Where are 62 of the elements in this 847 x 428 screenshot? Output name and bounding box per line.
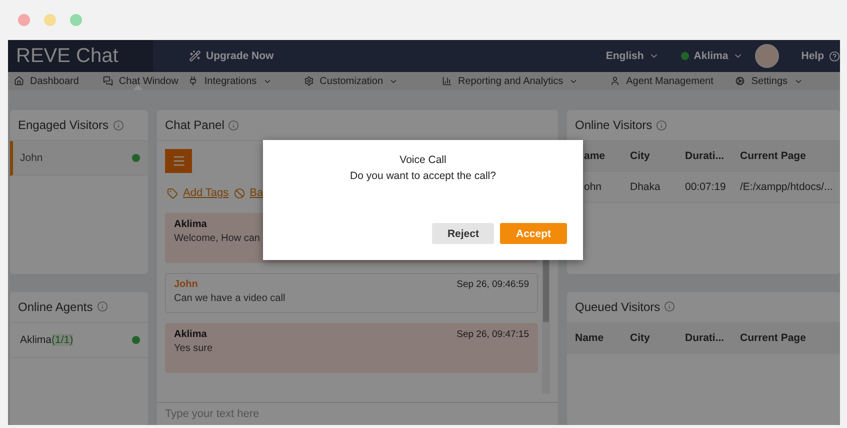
message-text: Welcome, How can (174, 233, 260, 244)
upgrade-now-link[interactable]: Upgrade Now (189, 50, 274, 62)
nav-icon (442, 76, 452, 86)
avatar[interactable] (755, 44, 780, 68)
info-icon (112, 120, 124, 130)
maximize-dot-icon[interactable] (70, 14, 82, 26)
column-header: Durati... (685, 150, 726, 162)
magic-wand-icon (189, 50, 201, 62)
column-header: Current Page (740, 150, 807, 162)
message-time: Sep 26, 09:46:59 (456, 279, 529, 290)
nav-tab[interactable]: Reporting and Analytics (442, 72, 610, 90)
dialog-title: Voice Call (400, 154, 446, 166)
info-icon (96, 301, 108, 312)
column-header: Durati... (685, 332, 726, 344)
column-header: City (630, 150, 651, 162)
table-cell-text: Dhaka (630, 181, 662, 193)
nav-tab[interactable]: Chat Window (102, 72, 188, 90)
visitor-item[interactable]: John (10, 141, 148, 176)
nav-tab[interactable]: Customization (304, 72, 442, 90)
agent-item[interactable]: Aklima(1/1) (10, 322, 148, 358)
tag-icon (167, 188, 178, 198)
column-header: Name (575, 332, 605, 344)
nav-tab[interactable]: Agent Management (610, 72, 736, 90)
column-header: Current Page (740, 332, 807, 344)
close-dot-icon[interactable] (18, 14, 30, 26)
info-icon (228, 120, 240, 130)
table-cell-text: 00:07:19 (685, 181, 727, 193)
table-cell-text: /E:/xampp/htdocs/... (740, 181, 834, 193)
nav-icon (304, 76, 314, 86)
reject-button[interactable]: Reject (432, 223, 494, 244)
menu-button[interactable] (165, 149, 192, 173)
info-icon (664, 301, 676, 312)
nav-icon (102, 76, 113, 86)
logo: REVE Chat (8, 40, 153, 72)
info-icon (656, 120, 668, 130)
dialog-message: Do you want to accept the call? (350, 170, 496, 182)
sender-name: Aklima (174, 329, 207, 340)
nav-tab[interactable]: Integrations (188, 72, 304, 90)
nav-icon (610, 76, 620, 86)
message-text: Can we have a video call (174, 293, 286, 304)
menu-icon (172, 154, 186, 168)
nav-icon (14, 76, 24, 86)
message-time: Sep 26, 09:47:15 (456, 329, 529, 340)
table-cell-text: ohn (584, 181, 603, 193)
nav-icon (188, 76, 198, 86)
agent-dropdown[interactable]: Aklima (680, 50, 744, 62)
column-header: ame (584, 150, 606, 162)
accept-button[interactable]: Accept (500, 223, 567, 244)
nav-icon (735, 76, 746, 86)
help-link[interactable]: Help (801, 50, 840, 62)
nav-tab[interactable]: Dashboard (14, 72, 103, 90)
language-dropdown[interactable]: English (606, 50, 659, 62)
ban-icon (234, 188, 245, 198)
message-text: Yes sure (174, 343, 213, 354)
column-header: City (630, 332, 651, 344)
ban-link[interactable]: Ba (250, 187, 264, 199)
nav-tab[interactable]: Settings (735, 72, 803, 90)
help-icon (829, 50, 840, 62)
minimize-dot-icon[interactable] (44, 14, 56, 26)
add-tags-link[interactable]: Add Tags (183, 187, 229, 199)
sender-name: Aklima (174, 219, 207, 230)
sender-name: John (174, 279, 198, 290)
